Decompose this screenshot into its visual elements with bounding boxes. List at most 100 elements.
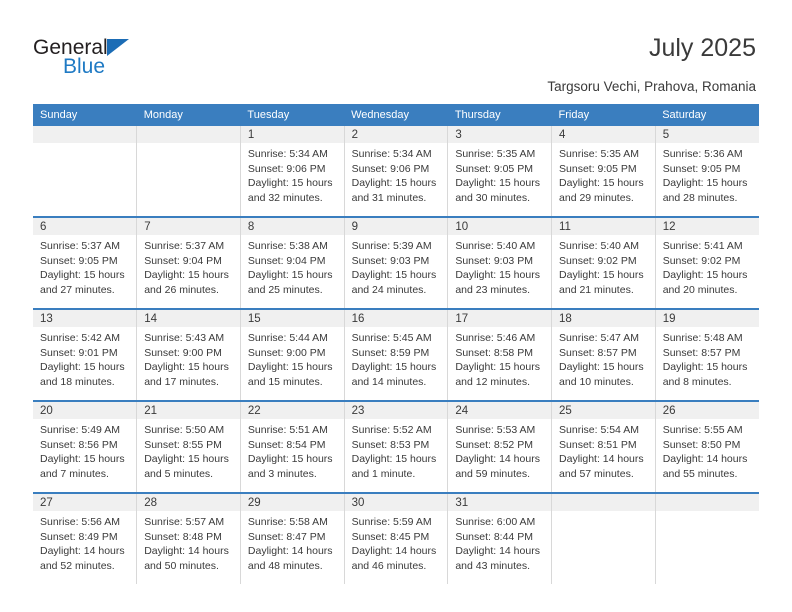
calendar-day-cell[interactable]: 15 Sunrise: 5:44 AM Sunset: 9:00 PM Dayligh… [240, 309, 345, 402]
daylight-text: Daylight: 15 hours and 28 minutes. [662, 177, 748, 205]
calendar-day-cell[interactable]: 8 Sunrise: 5:38 AM Sunset: 9:04 PM Daylight… [240, 217, 345, 310]
calendar-day-cell[interactable]: 25 Sunrise: 5:54 AM Sunset: 8:51 PM Dayligh… [551, 401, 656, 494]
calendar-day-cell[interactable]: 26 Sunrise: 5:55 AM Sunset: 8:50 PM Dayligh… [655, 401, 759, 494]
day-number-band: 10 [448, 218, 552, 235]
day-number-band: 31 [448, 494, 552, 511]
day-cell-details: Sunrise: 5:43 AM Sunset: 9:00 PM Daylight:… [137, 327, 240, 390]
day-number: 30 [351, 497, 365, 509]
day-cell-details: Sunrise: 6:00 AM Sunset: 8:44 PM Daylight:… [448, 511, 551, 574]
day-cell-inner: 1 Sunrise: 5:34 AM Sunset: 9:06 PM Daylight… [240, 126, 344, 216]
day-cell-details: Sunrise: 5:54 AM Sunset: 8:51 PM Daylight:… [552, 419, 655, 482]
day-number-band: 21 [137, 402, 240, 419]
sunrise-text: Sunrise: 5:59 AM [351, 516, 432, 528]
day-cell-details: Sunrise: 5:46 AM Sunset: 8:58 PM Daylight:… [448, 327, 551, 390]
sunset-text: Sunset: 9:01 PM [40, 346, 118, 359]
calendar-day-cell[interactable]: 27 Sunrise: 5:56 AM Sunset: 8:49 PM Dayligh… [33, 493, 138, 584]
calendar-day-cell[interactable]: 2 Sunrise: 5:34 AM Sunset: 9:06 PM Daylight… [344, 126, 449, 218]
day-cell-details: Sunrise: 5:49 AM Sunset: 8:56 PM Daylight:… [33, 419, 136, 482]
day-cell-inner: 25 Sunrise: 5:54 AM Sunset: 8:51 PM Dayligh… [552, 402, 655, 492]
calendar-day-cell[interactable]: 19 Sunrise: 5:48 AM Sunset: 8:57 PM Dayligh… [655, 309, 759, 402]
day-cell-inner [552, 494, 655, 584]
weekday-header-row: Sunday Monday Tuesday Wednesday Thursday… [33, 104, 759, 126]
day-number-band: 19 [655, 310, 759, 327]
calendar-day-cell[interactable]: 30 Sunrise: 5:59 AM Sunset: 8:45 PM Dayligh… [344, 493, 449, 584]
calendar-day-cell[interactable]: 3 Sunrise: 5:35 AM Sunset: 9:05 PM Daylight… [447, 126, 553, 218]
calendar-day-cell[interactable]: 28 Sunrise: 5:57 AM Sunset: 8:48 PM Dayligh… [136, 493, 241, 584]
calendar-day-cell[interactable]: 10 Sunrise: 5:40 AM Sunset: 9:03 PM Dayligh… [447, 217, 553, 310]
day-cell-details: Sunrise: 5:56 AM Sunset: 8:49 PM Daylight:… [33, 511, 136, 574]
day-cell-details: Sunrise: 5:42 AM Sunset: 9:01 PM Daylight:… [33, 327, 136, 390]
sunset-text: Sunset: 8:44 PM [455, 530, 533, 543]
day-number: 17 [455, 313, 469, 325]
day-number: 24 [455, 405, 469, 417]
calendar-day-cell[interactable]: 18 Sunrise: 5:47 AM Sunset: 8:57 PM Dayligh… [551, 309, 656, 402]
sunrise-text: Sunrise: 5:41 AM [662, 240, 743, 252]
sunrise-text: Sunrise: 5:34 AM [247, 148, 328, 160]
day-cell-inner: 14 Sunrise: 5:43 AM Sunset: 9:00 PM Dayligh… [137, 310, 240, 400]
calendar-day-cell[interactable]: 13 Sunrise: 5:42 AM Sunset: 9:01 PM Dayligh… [33, 309, 138, 402]
day-cell-inner: 15 Sunrise: 5:44 AM Sunset: 9:00 PM Dayligh… [240, 310, 344, 400]
sunrise-text: Sunrise: 5:53 AM [455, 424, 536, 436]
calendar-day-cell[interactable]: 14 Sunrise: 5:43 AM Sunset: 9:00 PM Dayligh… [136, 309, 241, 402]
sunset-text: Sunset: 9:05 PM [455, 162, 533, 175]
daylight-text: Daylight: 15 hours and 12 minutes. [455, 361, 540, 389]
calendar-day-cell[interactable]: 29 Sunrise: 5:58 AM Sunset: 8:47 PM Dayligh… [240, 493, 345, 584]
daylight-text: Daylight: 14 hours and 57 minutes. [559, 453, 644, 481]
day-number-band: 22 [240, 402, 344, 419]
day-cell-details: Sunrise: 5:45 AM Sunset: 8:59 PM Daylight:… [345, 327, 448, 390]
daylight-text: Daylight: 14 hours and 52 minutes. [40, 545, 125, 573]
day-number-band: 30 [344, 494, 448, 511]
calendar-day-cell[interactable]: 24 Sunrise: 5:53 AM Sunset: 8:52 PM Dayligh… [447, 401, 553, 494]
sunset-text: Sunset: 8:51 PM [559, 438, 637, 451]
calendar-day-cell[interactable]: 21 Sunrise: 5:50 AM Sunset: 8:55 PM Dayligh… [136, 401, 241, 494]
calendar-day-cell[interactable]: 31 Sunrise: 6:00 AM Sunset: 8:44 PM Dayligh… [447, 493, 553, 584]
day-cell-inner: 16 Sunrise: 5:45 AM Sunset: 8:59 PM Dayligh… [344, 310, 448, 400]
calendar-day-cell[interactable]: 6 Sunrise: 5:37 AM Sunset: 9:05 PM Daylight… [33, 217, 138, 310]
calendar-day-cell[interactable]: 7 Sunrise: 5:37 AM Sunset: 9:04 PM Daylight… [136, 217, 241, 310]
day-cell-inner: 9 Sunrise: 5:39 AM Sunset: 9:03 PM Daylight… [344, 218, 448, 308]
sunset-text: Sunset: 8:57 PM [662, 346, 741, 359]
calendar-day-cell[interactable]: 12 Sunrise: 5:41 AM Sunset: 9:02 PM Dayligh… [655, 217, 759, 310]
calendar-day-cell[interactable]: 4 Sunrise: 5:35 AM Sunset: 9:05 PM Daylight… [551, 126, 656, 218]
daylight-text: Daylight: 15 hours and 26 minutes. [144, 269, 229, 297]
sunrise-text: Sunrise: 5:52 AM [351, 424, 432, 436]
day-number-band: 12 [655, 218, 759, 235]
sunset-text: Sunset: 9:04 PM [247, 254, 326, 267]
day-number: 15 [247, 313, 261, 325]
sunrise-text: Sunrise: 5:44 AM [247, 332, 328, 344]
day-number: 6 [40, 221, 47, 233]
calendar-day-cell[interactable]: 16 Sunrise: 5:45 AM Sunset: 8:59 PM Dayligh… [344, 309, 449, 402]
calendar-day-cell[interactable]: 5 Sunrise: 5:36 AM Sunset: 9:05 PM Daylight… [655, 126, 759, 218]
calendar-day-cell[interactable]: 1 Sunrise: 5:34 AM Sunset: 9:06 PM Daylight… [240, 126, 345, 218]
daylight-text: Daylight: 15 hours and 29 minutes. [559, 177, 644, 205]
day-cell-details: Sunrise: 5:37 AM Sunset: 9:05 PM Daylight:… [33, 235, 136, 298]
sunrise-text: Sunrise: 5:45 AM [351, 332, 432, 344]
day-number: 21 [144, 405, 157, 417]
daylight-text: Daylight: 14 hours and 43 minutes. [455, 545, 540, 573]
sunrise-text: Sunrise: 5:57 AM [144, 516, 225, 528]
calendar-day-cell[interactable]: 20 Sunrise: 5:49 AM Sunset: 8:56 PM Dayligh… [33, 401, 138, 494]
calendar-day-cell[interactable]: 23 Sunrise: 5:52 AM Sunset: 8:53 PM Dayligh… [344, 401, 449, 494]
day-cell-inner: 8 Sunrise: 5:38 AM Sunset: 9:04 PM Daylight… [240, 218, 344, 308]
sunset-text: Sunset: 8:55 PM [144, 438, 222, 451]
day-cell-details: Sunrise: 5:35 AM Sunset: 9:05 PM Daylight:… [448, 143, 551, 206]
day-cell-inner [137, 126, 240, 216]
day-number: 2 [351, 129, 359, 141]
day-number: 26 [662, 405, 676, 417]
daylight-text: Daylight: 15 hours and 32 minutes. [247, 177, 333, 205]
daylight-text: Daylight: 15 hours and 25 minutes. [247, 269, 333, 297]
day-number-band: 26 [655, 402, 759, 419]
daylight-text: Daylight: 15 hours and 5 minutes. [144, 453, 229, 481]
day-cell-details: Sunrise: 5:48 AM Sunset: 8:57 PM Daylight:… [656, 327, 759, 390]
calendar-day-cell[interactable]: 9 Sunrise: 5:39 AM Sunset: 9:03 PM Daylight… [344, 217, 449, 310]
daylight-text: Daylight: 15 hours and 31 minutes. [351, 177, 437, 205]
calendar-day-cell[interactable]: 17 Sunrise: 5:46 AM Sunset: 8:58 PM Dayligh… [447, 309, 553, 402]
calendar-day-cell[interactable]: 11 Sunrise: 5:40 AM Sunset: 9:02 PM Dayligh… [551, 217, 656, 310]
calendar-week-row: 20 Sunrise: 5:49 AM Sunset: 8:56 PM Dayligh… [33, 401, 759, 494]
sunrise-text: Sunrise: 5:49 AM [40, 424, 120, 436]
calendar-day-cell[interactable]: 22 Sunrise: 5:51 AM Sunset: 8:54 PM Dayligh… [240, 401, 345, 494]
day-cell-inner: 28 Sunrise: 5:57 AM Sunset: 8:48 PM Dayligh… [137, 494, 240, 584]
day-number: 1 [247, 129, 255, 141]
day-cell-details: Sunrise: 5:58 AM Sunset: 8:47 PM Daylight:… [241, 511, 344, 574]
day-cell-inner: 21 Sunrise: 5:50 AM Sunset: 8:55 PM Dayligh… [137, 402, 240, 492]
